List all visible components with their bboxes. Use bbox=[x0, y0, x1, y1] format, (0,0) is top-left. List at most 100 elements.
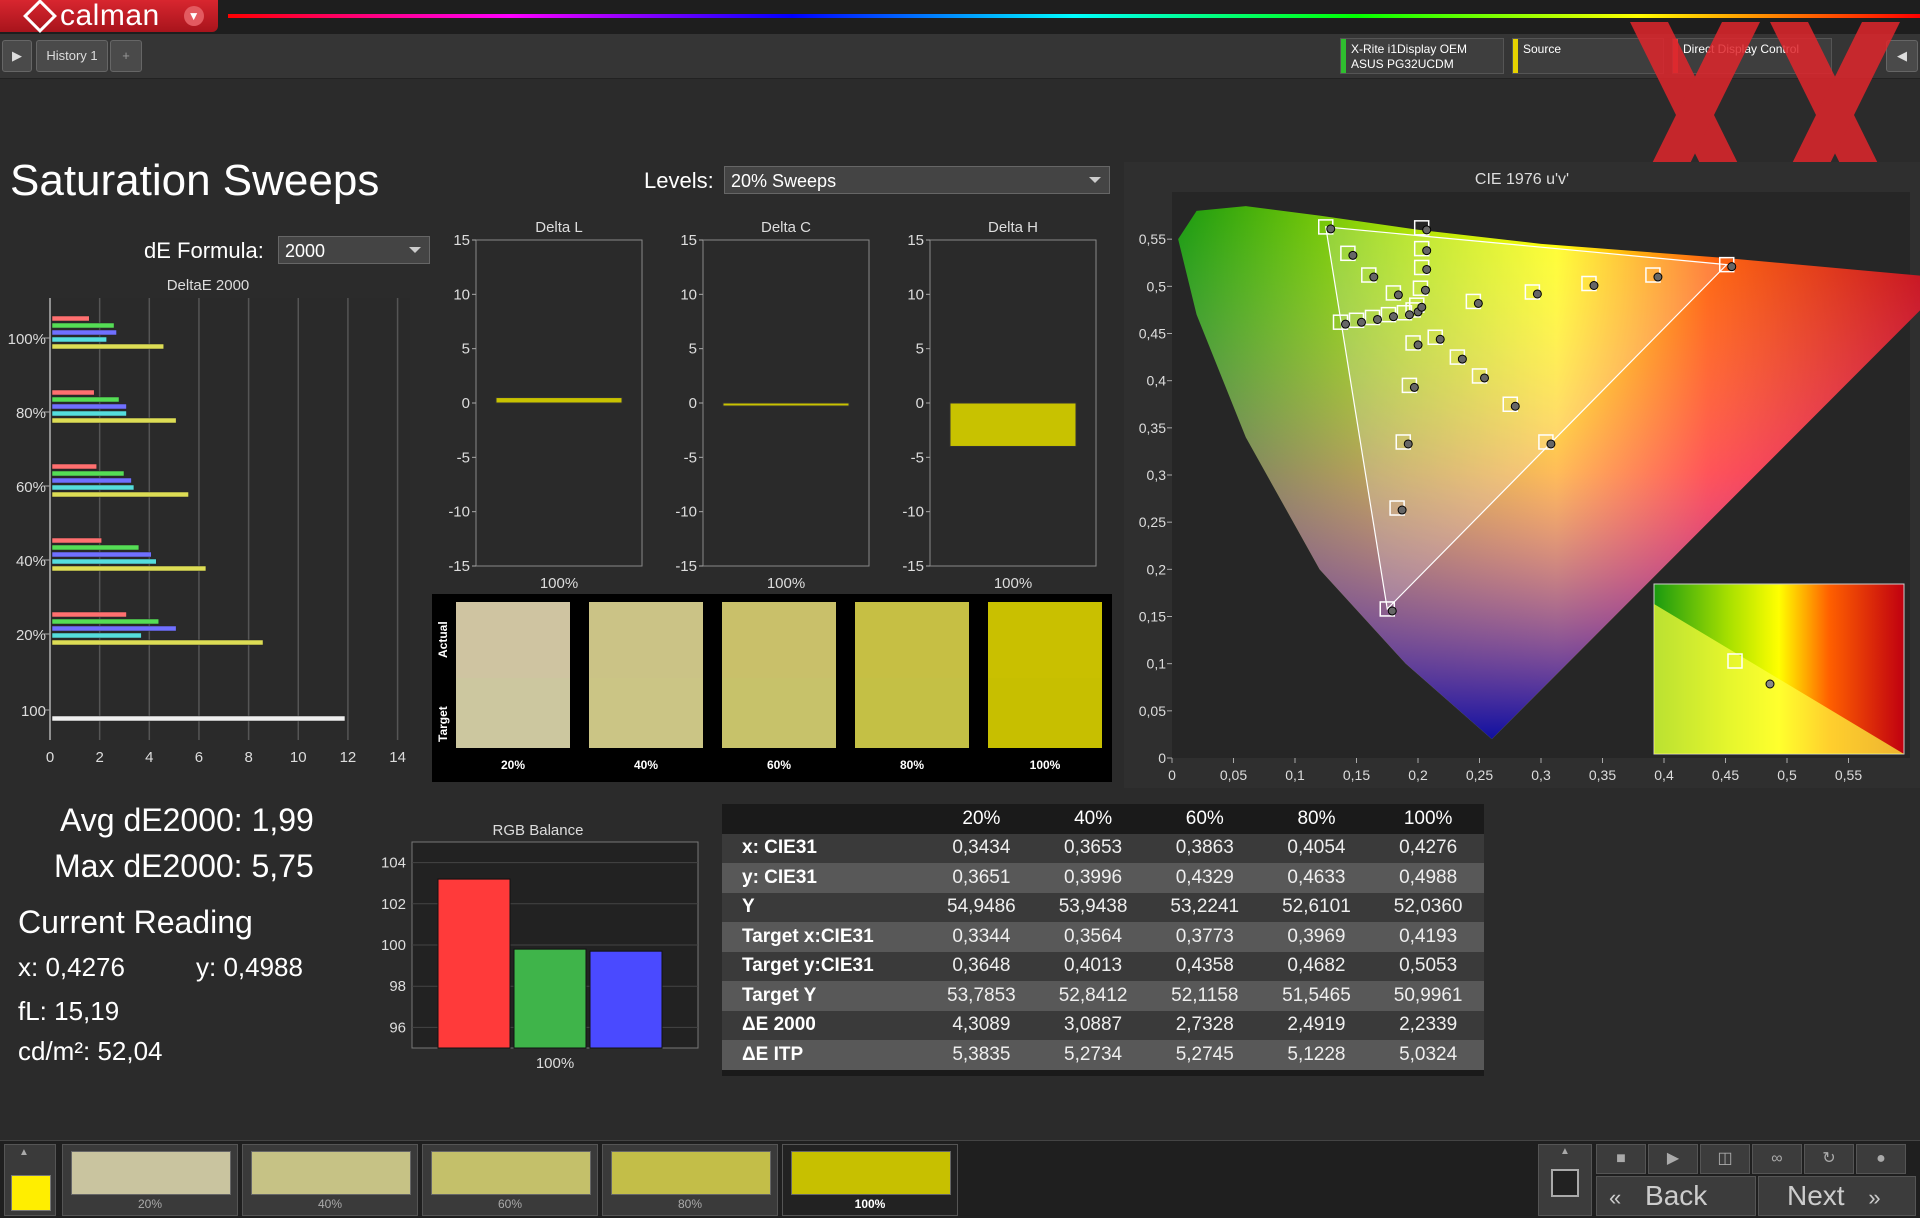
table-cell: 0,4054 bbox=[1287, 837, 1346, 859]
delta-x-label: 100% bbox=[767, 575, 805, 590]
table-cell: 52,1158 bbox=[1171, 984, 1239, 1006]
patch-tile[interactable]: 20% bbox=[62, 1144, 238, 1216]
meter-selector[interactable]: X-Rite i1Display OEM ASUS PG32UCDM bbox=[1340, 38, 1504, 74]
loop-icon[interactable]: ∞ bbox=[1752, 1144, 1802, 1174]
table-cell: 3,0887 bbox=[1064, 1014, 1123, 1036]
measured-marker bbox=[1417, 302, 1427, 312]
cie-y-tick: 0,4 bbox=[1147, 373, 1167, 389]
patch-tile[interactable]: 60% bbox=[422, 1144, 598, 1216]
current-patch: ▲ bbox=[4, 1144, 56, 1216]
add-tab-button[interactable]: + bbox=[110, 40, 142, 72]
levels-dropdown[interactable]: 20% Sweeps bbox=[724, 166, 1110, 194]
cie-y-tick: 0,5 bbox=[1147, 278, 1167, 294]
column-header bbox=[722, 804, 926, 834]
zoom-measured-marker bbox=[1765, 679, 1775, 689]
delta-y-tick: 5 bbox=[462, 341, 470, 358]
column-header: 40% bbox=[1074, 807, 1113, 829]
deltae-bar bbox=[51, 618, 160, 625]
measured-marker bbox=[1480, 373, 1489, 383]
stop-button[interactable]: ▲ bbox=[1538, 1144, 1592, 1216]
deltae-y-label: 40% bbox=[16, 553, 46, 570]
next-chevron-icon: » bbox=[1868, 1185, 1881, 1210]
deltae-bar bbox=[51, 463, 97, 470]
patch-tile[interactable]: 100% bbox=[782, 1144, 958, 1216]
back-chevron-icon: « bbox=[1609, 1185, 1622, 1210]
cie-y-tick: 0,05 bbox=[1139, 703, 1166, 719]
cie-y-tick: 0,45 bbox=[1139, 326, 1166, 342]
delta-chart-title: Delta C bbox=[761, 219, 811, 236]
next-label: Next bbox=[1787, 1180, 1845, 1211]
measured-marker bbox=[1457, 354, 1467, 364]
table-row: Target Y 53,7853 52,8412 52,1158 51,5465 50,9… bbox=[722, 981, 1484, 1011]
table-cell: 0,4682 bbox=[1287, 955, 1346, 977]
measured-marker bbox=[1357, 317, 1366, 327]
swatch-label: 20% bbox=[500, 758, 526, 772]
deltae-y-label: 60% bbox=[16, 479, 46, 496]
table-row: Y 54,9486 53,9438 53,2241 52,6101 52,0360 bbox=[722, 892, 1484, 922]
deltae-bar bbox=[51, 565, 207, 572]
table-row: Target y:CIE31 0,3648 0,4013 0,4358 0,4682 0,… bbox=[722, 951, 1484, 981]
measured-marker bbox=[1413, 340, 1423, 350]
options-icon[interactable]: ● bbox=[1856, 1144, 1906, 1174]
table-cell: 5,3835 bbox=[952, 1043, 1011, 1065]
de-formula-dropdown[interactable]: 2000 bbox=[278, 236, 430, 264]
swatch-label: 100% bbox=[1029, 758, 1061, 772]
delta-y-tick: -10 bbox=[448, 504, 470, 521]
column-header: 100% bbox=[1403, 807, 1453, 829]
target-swatch bbox=[589, 678, 703, 748]
actual-swatch bbox=[855, 602, 969, 678]
rgb-y-tick: 102 bbox=[381, 896, 406, 913]
rgb-y-tick: 100 bbox=[381, 937, 406, 954]
deltae-bar bbox=[51, 484, 135, 491]
delta-y-tick: -5 bbox=[911, 449, 924, 466]
tab-history-1[interactable]: History 1 bbox=[36, 40, 108, 72]
patch-tile[interactable]: 80% bbox=[602, 1144, 778, 1216]
back-button[interactable]: « Back bbox=[1596, 1176, 1756, 1216]
deltae-chart: DeltaE 2000 0 2 4 6 8 10 12 14 100% 80% 60% 40% 20% 10… bbox=[8, 277, 410, 766]
table-cell: 2,7328 bbox=[1175, 1014, 1234, 1036]
table-cell: 52,0360 bbox=[1393, 896, 1463, 918]
table-cell: 0,3996 bbox=[1064, 866, 1123, 888]
table-cell: 2,2339 bbox=[1399, 1014, 1458, 1036]
next-button[interactable]: Next » bbox=[1758, 1176, 1916, 1216]
data-table-panel: 20% 40% 60% 80% 100% x: CIE31 0,3434 0,3653 0,38… bbox=[722, 804, 1484, 1076]
table-cell: 0,4013 bbox=[1064, 955, 1123, 977]
table-cell: 52,6101 bbox=[1282, 896, 1351, 918]
table-cell: 53,9438 bbox=[1058, 896, 1128, 918]
measured-marker bbox=[1420, 285, 1430, 295]
measured-marker bbox=[1393, 290, 1403, 300]
calman-menu-button[interactable]: calman ▼ bbox=[0, 0, 218, 33]
cie-x-tick: 0,15 bbox=[1343, 767, 1370, 783]
patch-tile[interactable]: 40% bbox=[242, 1144, 418, 1216]
play-icon[interactable]: ▶ bbox=[2, 40, 32, 72]
table-row: Target x:CIE31 0,3344 0,3564 0,3773 0,3969 0,… bbox=[722, 922, 1484, 952]
table-cell: 0,4193 bbox=[1399, 925, 1458, 947]
table-header-row: 20% 40% 60% 80% 100% bbox=[722, 804, 1484, 834]
deltae-y-label: 100% bbox=[8, 331, 46, 348]
deltae-x-tick: 4 bbox=[145, 749, 153, 766]
deltae-y-label: 20% bbox=[16, 627, 46, 644]
delta-y-tick: 10 bbox=[907, 286, 924, 303]
cie-x-tick: 0,05 bbox=[1220, 767, 1247, 783]
deltae-bar bbox=[51, 329, 117, 336]
patch-swatch bbox=[71, 1151, 231, 1195]
measured-marker bbox=[1397, 505, 1407, 515]
delta-y-tick: 15 bbox=[680, 232, 697, 249]
row-label: Target x:CIE31 bbox=[742, 925, 874, 947]
refresh-icon[interactable]: ↻ bbox=[1804, 1144, 1854, 1174]
patch-label: 20% bbox=[137, 1197, 163, 1211]
cie-y-tick: 0,25 bbox=[1139, 514, 1166, 530]
delta-bar bbox=[949, 402, 1077, 447]
cie-y-tick: 0 bbox=[1158, 750, 1166, 766]
delta-bar bbox=[495, 397, 623, 404]
measured-marker bbox=[1372, 314, 1382, 324]
deltae-bar bbox=[51, 639, 264, 646]
expand-icon: ▲ bbox=[19, 1147, 29, 1158]
save-icon[interactable]: ◫ bbox=[1700, 1144, 1750, 1174]
table-cell: 0,3969 bbox=[1287, 925, 1346, 947]
cie-y-tick: 0,3 bbox=[1147, 467, 1167, 483]
deltae-bar bbox=[51, 491, 189, 498]
stop-icon[interactable]: ■ bbox=[1596, 1144, 1646, 1174]
play-icon[interactable]: ▶ bbox=[1648, 1144, 1698, 1174]
measured-marker bbox=[1727, 262, 1737, 272]
